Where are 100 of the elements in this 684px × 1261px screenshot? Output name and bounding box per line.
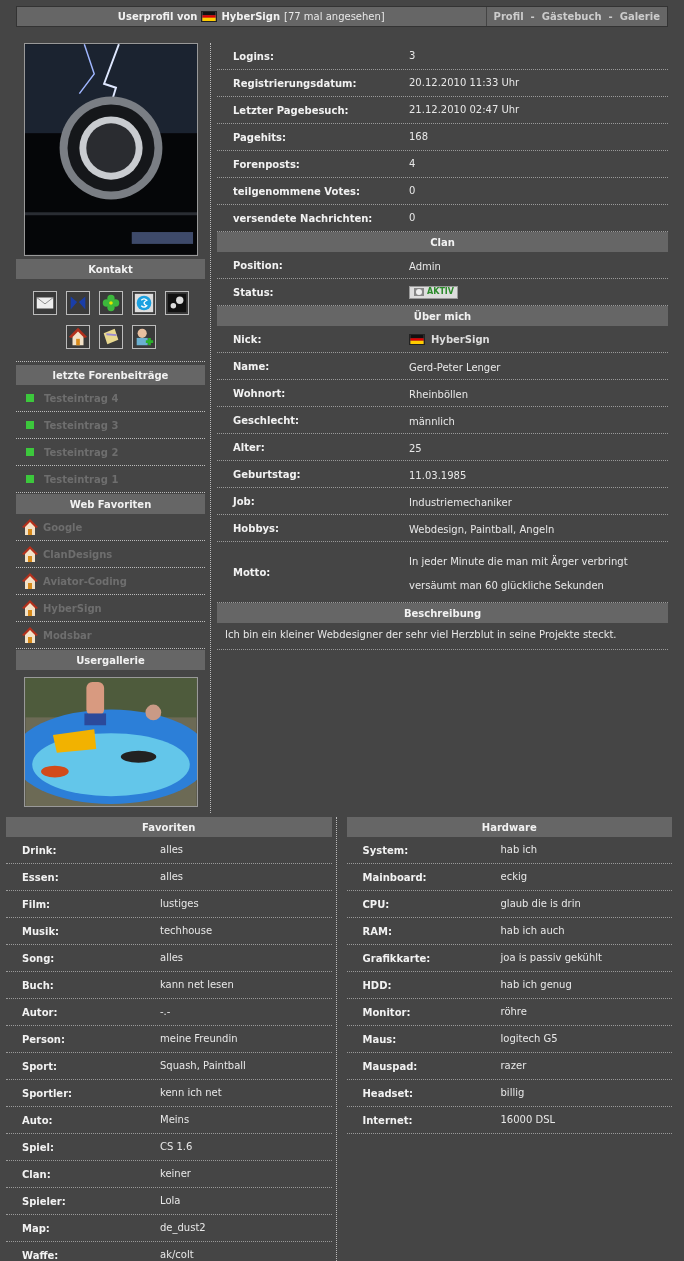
field-value: 3 — [409, 50, 416, 62]
home-icon[interactable] — [65, 325, 90, 349]
field-value: 4 — [409, 158, 416, 170]
field-label: Motto: — [232, 565, 272, 580]
field-label: versendete Nachrichten: — [232, 211, 374, 226]
field-value: 168 — [409, 131, 429, 143]
field-value: billig — [500, 1087, 525, 1099]
field-value: 21.12.2010 02:47 Uhr — [409, 104, 520, 116]
chat-icon[interactable] — [131, 291, 156, 315]
field-label: Pagehits: — [232, 130, 288, 145]
section-header: letzte Forenbeiträge — [16, 365, 205, 385]
field-label: Autor: — [21, 1005, 59, 1020]
field-label: Alter: — [232, 440, 266, 455]
field-label: Waffe: — [21, 1248, 60, 1261]
field-label: Geschlecht: — [232, 413, 301, 428]
field-value: hab ich genug — [500, 979, 572, 991]
field-value: -.- — [160, 1006, 171, 1018]
field-value: logitech G5 — [500, 1033, 558, 1045]
field-value: 20.12.2010 11:33 Uhr — [409, 77, 520, 89]
field-value: In jeder Minute die man mit Ärger verbringt versäumt man 60 glückliche Sekunden — [409, 556, 628, 591]
bullet-icon — [26, 421, 34, 429]
field-label: Spieler: — [21, 1194, 67, 1209]
field-label: Buch: — [21, 978, 55, 993]
field-label: Sport: — [21, 1059, 58, 1074]
field-value: 11.03.1985 — [409, 470, 467, 481]
note-icon[interactable] — [98, 325, 123, 349]
flower-icon[interactable] — [98, 291, 123, 315]
field-value: hab ich — [500, 844, 538, 856]
field-value: 0 — [409, 185, 416, 197]
field-label: Map: — [21, 1221, 51, 1236]
field-label: Grafikkarte: — [361, 951, 432, 966]
bullet-icon — [26, 448, 34, 456]
field-label: Status: — [232, 285, 275, 300]
status-icon — [413, 287, 425, 297]
separator: - — [608, 10, 613, 24]
field-label: Monitor: — [361, 1005, 412, 1020]
section-header: Favoriten — [6, 817, 332, 837]
field-value: eckig — [500, 871, 528, 883]
mail-icon[interactable] — [32, 291, 57, 315]
field-value: ak/colt — [160, 1249, 194, 1261]
description-text: Ich bin ein kleiner Webdesigner der sehr viel Herzblut in seine Projekte steckt. — [225, 629, 618, 641]
field-label: HDD: — [361, 978, 393, 993]
field-label: Job: — [231, 494, 256, 509]
field-value: joa is passiv gekühlt — [500, 952, 602, 964]
field-value: de_dust2 — [160, 1222, 206, 1234]
field-value: Squash, Paintball — [160, 1060, 246, 1072]
field-label: Logins: — [232, 49, 275, 64]
field-label: Maus: — [361, 1032, 398, 1047]
flag-icon — [201, 11, 218, 22]
field-label: Forenposts: — [232, 157, 301, 172]
field-label: Letzter Pagebesuch: — [232, 103, 350, 118]
field-value: männlich — [409, 416, 455, 427]
section-header: Kontakt — [16, 259, 205, 279]
field-value: röhre — [500, 1006, 527, 1018]
section-header: Clan — [217, 232, 668, 252]
field-value: razer — [500, 1060, 527, 1072]
field-label: Person: — [21, 1032, 66, 1047]
profile-title: Userprofil von — [117, 10, 198, 24]
field-value: hab ich auch — [500, 925, 565, 937]
field-value: 25 — [409, 443, 422, 454]
field-label: Sportler: — [21, 1086, 74, 1101]
field-label: Clan: — [21, 1167, 52, 1182]
field-label: System: — [361, 843, 410, 858]
field-value: Lola — [160, 1195, 181, 1207]
separator: - — [530, 10, 535, 24]
field-label: Musik: — [21, 924, 61, 939]
field-value: meine Freundin — [160, 1033, 238, 1045]
field-label: Mauspad: — [361, 1059, 419, 1074]
field-value: lustiges — [160, 898, 199, 910]
field-value: CS 1.6 — [160, 1141, 193, 1153]
nav-link[interactable]: Gästebuch — [541, 9, 602, 24]
field-label: Geburtstag: — [232, 467, 302, 482]
field-label: Wohnort: — [232, 386, 287, 401]
field-label: Name: — [232, 359, 271, 374]
section-header: Web Favoriten — [16, 494, 205, 514]
field-label: Hobbys: — [232, 521, 281, 536]
field-label: Headset: — [361, 1086, 415, 1101]
field-label: Drink: — [21, 843, 58, 858]
add-user-icon[interactable] — [131, 325, 156, 349]
field-label: Registrierungsdatum: — [232, 76, 358, 91]
section-header: Über mich — [217, 306, 668, 326]
field-label: Auto: — [21, 1113, 54, 1128]
field-label: Film: — [21, 897, 52, 912]
field-value: techhouse — [160, 925, 213, 937]
view-count: [77 mal angesehen] — [284, 10, 385, 24]
nav-link[interactable]: Profil — [493, 9, 524, 24]
status-badge: AKTIV — [409, 285, 458, 299]
field-value: glaub die is drin — [500, 898, 581, 910]
house-icon — [22, 572, 38, 590]
nav-link[interactable]: Galerie — [619, 9, 660, 24]
nick-name: HyberSign — [431, 332, 490, 347]
field-label: Spiel: — [21, 1140, 55, 1155]
field-value: 16000 DSL — [500, 1114, 556, 1126]
house-icon — [22, 626, 38, 644]
field-value: alles — [160, 952, 184, 964]
field-label: Internet: — [361, 1113, 414, 1128]
field-label: Song: — [21, 951, 56, 966]
butterfly-icon[interactable] — [65, 291, 90, 315]
field-value: Admin — [409, 261, 441, 272]
house-icon — [22, 518, 38, 536]
